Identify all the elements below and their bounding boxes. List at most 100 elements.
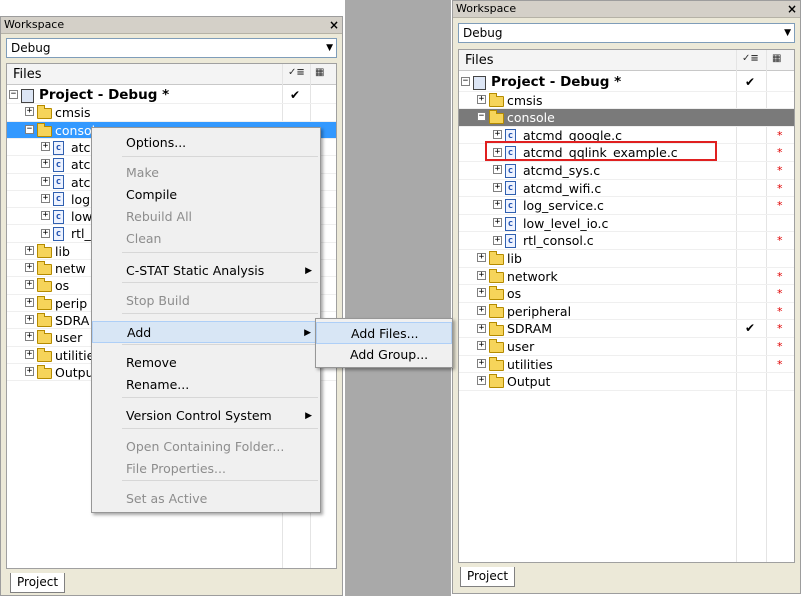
- c-file-icon: c: [53, 209, 64, 224]
- tree-project[interactable]: − Project - Debug * ✔: [7, 87, 336, 104]
- expand-icon[interactable]: +: [41, 176, 50, 186]
- tree-item-file[interactable]: + c atcmd_wifi.c *: [459, 180, 794, 198]
- collapse-icon[interactable]: −: [461, 77, 470, 87]
- expand-icon[interactable]: +: [477, 270, 486, 280]
- folder-icon: [489, 286, 504, 301]
- menu-item-label: Stop Build: [126, 293, 190, 308]
- build-column-icon[interactable]: ▦: [772, 53, 781, 64]
- expand-icon[interactable]: +: [25, 107, 34, 117]
- tree-item-user[interactable]: + user *: [459, 338, 794, 356]
- menu-item-label: Add Group...: [350, 347, 429, 362]
- tree-item-label: atcmd_sys.c: [523, 163, 601, 178]
- modified-star-icon: *: [777, 357, 783, 371]
- modified-star-icon: *: [777, 128, 783, 142]
- menu-item-version-control-system[interactable]: Version Control System ▶: [92, 405, 320, 427]
- tree-item-peripheral[interactable]: + peripheral *: [459, 303, 794, 321]
- expand-icon[interactable]: +: [41, 228, 50, 238]
- expand-icon[interactable]: +: [25, 245, 34, 255]
- tree-item-output[interactable]: + Output: [459, 373, 794, 391]
- chevron-down-icon[interactable]: ▼: [784, 24, 791, 42]
- menu-item-rebuild-all: Rebuild All: [92, 206, 320, 228]
- expand-icon[interactable]: +: [41, 142, 50, 152]
- expand-icon[interactable]: +: [477, 323, 486, 333]
- menu-item-c-stat-static-analysis[interactable]: C-STAT Static Analysis ▶: [92, 260, 320, 282]
- expand-icon[interactable]: +: [477, 253, 486, 263]
- expand-icon[interactable]: +: [477, 94, 486, 104]
- tree-item-network[interactable]: + network *: [459, 268, 794, 286]
- tree-item-file[interactable]: + c low_level_io.c: [459, 215, 794, 233]
- expand-icon[interactable]: +: [477, 306, 486, 316]
- expand-icon[interactable]: +: [25, 366, 34, 376]
- menu-item-make: Make: [92, 162, 320, 184]
- expand-icon[interactable]: +: [477, 288, 486, 298]
- tree-item-cmsis[interactable]: + cmsis: [459, 92, 794, 110]
- menu-item-rename[interactable]: Rename...: [92, 374, 320, 396]
- file-tree[interactable]: Files ✓≡ ▦ − Project - Debug * ✔ + cmsis − con…: [458, 49, 795, 563]
- tree-item-utilities[interactable]: + utilities *: [459, 356, 794, 374]
- menu-item-add-group[interactable]: Add Group...: [316, 344, 452, 366]
- files-header-label: Files: [465, 53, 494, 68]
- menu-item-compile[interactable]: Compile: [92, 184, 320, 206]
- folder-icon: [489, 356, 504, 371]
- menu-item-remove[interactable]: Remove: [92, 352, 320, 374]
- project-icon: [473, 75, 486, 90]
- expand-icon[interactable]: +: [41, 159, 50, 169]
- chevron-down-icon[interactable]: ▼: [326, 39, 333, 57]
- expand-icon[interactable]: +: [25, 263, 34, 273]
- workspace-title-text: Workspace: [4, 18, 65, 31]
- expand-icon[interactable]: +: [493, 235, 502, 245]
- build-column-icon[interactable]: ▦: [315, 67, 324, 78]
- menu-item-label: C-STAT Static Analysis: [126, 263, 265, 278]
- expand-icon[interactable]: +: [477, 376, 486, 386]
- tab-project[interactable]: Project: [460, 567, 516, 587]
- tree-item-label: cmsis: [55, 105, 91, 121]
- collapse-icon[interactable]: −: [477, 112, 486, 122]
- config-dropdown[interactable]: Debug ▼: [458, 23, 795, 43]
- expand-icon[interactable]: +: [25, 349, 34, 359]
- workspace-title-text: Workspace: [456, 2, 517, 15]
- menu-item-label: Options...: [126, 135, 187, 150]
- expand-icon[interactable]: +: [25, 332, 34, 342]
- expand-icon[interactable]: +: [25, 297, 34, 307]
- collapse-icon[interactable]: −: [25, 124, 34, 134]
- expand-icon[interactable]: +: [41, 193, 50, 203]
- tree-item-sdram[interactable]: + SDRAM ✔ *: [459, 320, 794, 338]
- c-file-icon: c: [505, 181, 516, 196]
- tree-item-cmsis[interactable]: + cmsis: [7, 104, 336, 121]
- menu-separator: [122, 156, 318, 157]
- menu-item-add-files[interactable]: Add Files...: [316, 322, 452, 344]
- expand-icon[interactable]: +: [493, 130, 502, 140]
- folder-icon: [489, 339, 504, 354]
- check-icon: ✔: [745, 321, 756, 336]
- menu-item-options[interactable]: Options...: [92, 132, 320, 154]
- config-dropdown[interactable]: Debug ▼: [6, 38, 337, 58]
- tree-item-file[interactable]: + c log_service.c *: [459, 197, 794, 215]
- expand-icon[interactable]: +: [493, 200, 502, 210]
- tree-item-file[interactable]: + c atcmd_sys.c *: [459, 162, 794, 180]
- expand-icon[interactable]: +: [41, 211, 50, 221]
- expand-icon[interactable]: +: [477, 358, 486, 368]
- tab-project[interactable]: Project: [10, 573, 66, 593]
- expand-icon[interactable]: +: [25, 280, 34, 290]
- collapse-icon[interactable]: −: [9, 90, 18, 100]
- expand-icon[interactable]: +: [493, 182, 502, 192]
- check-column-icon[interactable]: ✓≡: [742, 53, 759, 64]
- menu-item-label: Rebuild All: [126, 209, 193, 224]
- tree-item-os[interactable]: + os *: [459, 285, 794, 303]
- expand-icon[interactable]: +: [25, 315, 34, 325]
- tree-project[interactable]: − Project - Debug * ✔: [459, 74, 794, 92]
- tree-item-label: rtl_: [71, 226, 91, 242]
- menu-separator: [122, 480, 318, 481]
- expand-icon[interactable]: +: [477, 341, 486, 351]
- close-icon[interactable]: ×: [787, 1, 797, 17]
- workspace-pane-right: Workspace × Debug ▼ Files ✓≡ ▦ − Project …: [452, 0, 801, 594]
- expand-icon[interactable]: +: [493, 165, 502, 175]
- menu-item-add[interactable]: Add ▶: [92, 321, 320, 343]
- check-column-icon[interactable]: ✓≡: [288, 67, 305, 78]
- tree-item-console[interactable]: − console: [459, 109, 794, 127]
- config-value: Debug: [11, 41, 51, 55]
- close-icon[interactable]: ×: [329, 17, 339, 33]
- tree-item-lib[interactable]: + lib: [459, 250, 794, 268]
- tree-item-file[interactable]: + c rtl_consol.c *: [459, 232, 794, 250]
- expand-icon[interactable]: +: [493, 218, 502, 228]
